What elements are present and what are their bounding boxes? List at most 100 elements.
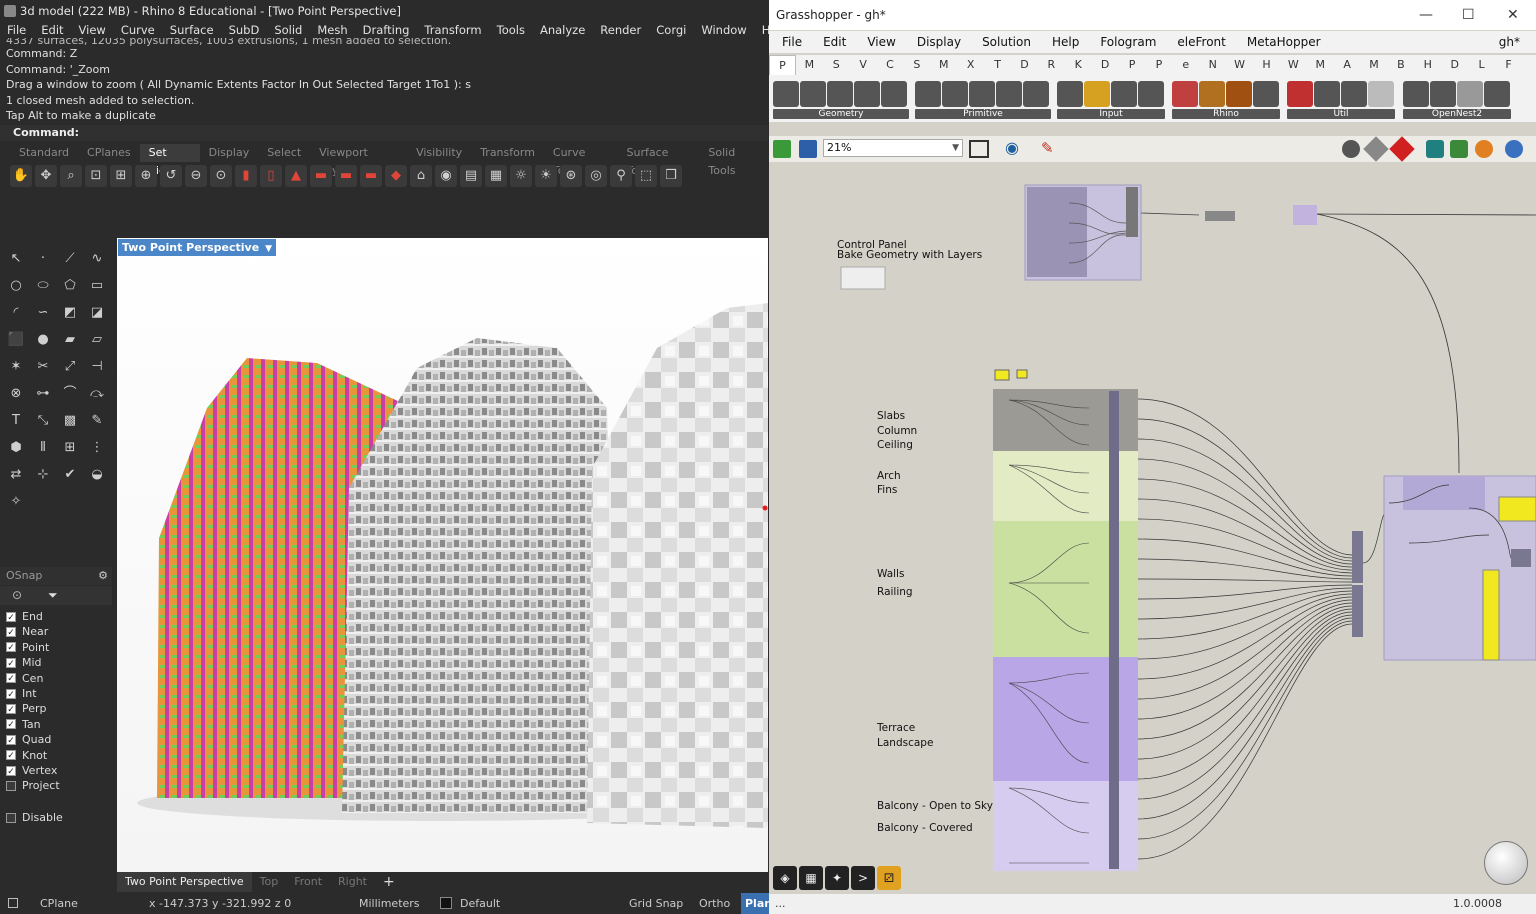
component-tab[interactable]: V — [850, 55, 877, 75]
button-icon[interactable] — [1138, 81, 1164, 107]
component-tab[interactable]: H — [1414, 55, 1441, 75]
gh-menu-help[interactable]: Help — [1039, 31, 1087, 53]
gh-doc-name[interactable]: gh* — [1486, 31, 1528, 53]
component-tab[interactable]: M — [796, 55, 823, 75]
tripod-icon[interactable]: ⚲ — [610, 165, 632, 187]
component-tab[interactable]: P — [769, 55, 796, 75]
checkbox-checked-icon[interactable]: ✓ — [6, 750, 16, 761]
orbit-icon[interactable]: ◎ — [585, 165, 607, 187]
maximize-icon[interactable]: ☐ — [1462, 0, 1475, 30]
component-tab[interactable]: M — [1361, 55, 1388, 75]
component-tab[interactable]: M — [1307, 55, 1334, 75]
trim-icon[interactable]: ⊣ — [85, 356, 109, 379]
component-tab[interactable]: D — [1011, 55, 1038, 75]
component-tab[interactable]: W — [1226, 55, 1253, 75]
tab-surface-tools[interactable]: Surface Tools — [617, 144, 699, 177]
checkbox-checked-icon[interactable]: ✓ — [6, 765, 16, 777]
component-tab[interactable]: W — [1280, 55, 1307, 75]
osnap-perp[interactable]: ✓ Perp — [6, 701, 112, 716]
osnap-disable[interactable]: Disable — [6, 810, 63, 825]
car-back-icon[interactable]: ▬ — [360, 165, 382, 187]
opennest-param-icon[interactable] — [1457, 81, 1483, 107]
geometry-param-icon[interactable] — [881, 81, 907, 107]
gear-icon[interactable]: ⚙ — [98, 567, 108, 585]
geometry-param-icon[interactable] — [854, 81, 880, 107]
parallel-view-icon[interactable]: ▤ — [460, 165, 482, 187]
checkbox-checked-icon[interactable]: ✓ — [6, 719, 16, 730]
car-side-icon[interactable]: ▬ — [310, 165, 332, 187]
cherry-icon[interactable] — [1287, 81, 1313, 107]
car-front-icon[interactable]: ▲ — [285, 165, 307, 187]
tab-visibility[interactable]: Visibility — [407, 144, 471, 162]
component-tab[interactable]: X — [957, 55, 984, 75]
component-tab[interactable]: e — [1172, 55, 1199, 75]
opennest-param-icon[interactable] — [1430, 81, 1456, 107]
sphere-icon[interactable]: ● — [31, 329, 55, 352]
preview-mode-icon[interactable] — [1342, 140, 1360, 158]
viewport-two-point-perspective[interactable] — [117, 238, 768, 872]
component-tab[interactable]: P — [1145, 55, 1172, 75]
box-view-icon[interactable]: ❒ — [660, 165, 682, 187]
rhino-menu-corgi[interactable]: Corgi — [649, 22, 694, 38]
zoom-select[interactable]: 21% ▼ — [823, 139, 963, 157]
gh-menu-metahopper[interactable]: MetaHopper — [1234, 31, 1329, 53]
command-prompt[interactable]: Command: — [0, 125, 768, 141]
light-bulb-icon[interactable]: ✧ — [4, 491, 28, 514]
ellipse-icon[interactable]: ⬭ — [31, 275, 55, 298]
polygon-icon[interactable]: ⬠ — [58, 275, 82, 298]
rhino-menu-render[interactable]: Render — [593, 22, 649, 38]
rhino-menu-tools[interactable]: Tools — [490, 22, 533, 38]
osnap-end[interactable]: ✓ End — [6, 609, 112, 624]
widget-profiler-icon[interactable]: ▦ — [799, 866, 823, 890]
sun-icon[interactable]: ☀ — [535, 165, 557, 187]
zoom-target-icon[interactable]: ⊙ — [210, 165, 232, 187]
canvas-navigation-wheel-icon[interactable] — [1484, 841, 1528, 885]
rhino-menu-mesh[interactable]: Mesh — [310, 22, 355, 38]
tab-set-view[interactable]: Set View — [139, 144, 200, 177]
undo-view-icon[interactable]: ↺ — [160, 165, 182, 187]
input-param-icon[interactable] — [1057, 81, 1083, 107]
viewport-tab-two-point[interactable]: Two Point Perspective — [117, 872, 252, 892]
checkbox-checked-icon[interactable]: ✓ — [6, 657, 16, 669]
rhino-menu-view[interactable]: View — [72, 22, 114, 38]
layer-icon[interactable]: ⋮ — [85, 437, 109, 460]
color-preview-icon[interactable] — [1475, 140, 1493, 158]
checkbox-checked-icon[interactable]: ✓ — [6, 704, 16, 715]
component-tab[interactable]: R — [1038, 55, 1065, 75]
circle-icon[interactable]: ○ — [4, 275, 28, 298]
car-right-icon[interactable]: ▬ — [335, 165, 357, 187]
component-group-label[interactable]: OpenNest2 — [1403, 109, 1511, 119]
geometry-param-icon[interactable] — [827, 81, 853, 107]
gh-menu-edit[interactable]: Edit — [810, 31, 854, 53]
viewport-title-tab[interactable]: Two Point Perspective ▼ — [118, 239, 277, 258]
surface-icon[interactable]: ◩ — [58, 302, 82, 325]
osnap-knot[interactable]: ✓ Knot — [6, 748, 112, 763]
osnap-cen[interactable]: ✓ Cen — [6, 671, 112, 686]
widget-die-icon[interactable]: ⚂ — [877, 866, 901, 890]
component-tab[interactable]: P — [1119, 55, 1146, 75]
block-icon[interactable]: ⬢ — [4, 437, 28, 460]
primitive-param-icon[interactable] — [915, 81, 941, 107]
component-group-label[interactable]: Primitive — [915, 109, 1051, 119]
gumball-icon[interactable]: ⊹ — [31, 464, 55, 487]
zoom-icon[interactable]: ⌕ — [60, 165, 82, 187]
osnap-point[interactable]: ✓ Point — [6, 640, 112, 655]
grid-array-icon[interactable]: ⊞ — [58, 437, 82, 460]
component-tab[interactable]: N — [1199, 55, 1226, 75]
open-file-icon[interactable] — [773, 140, 791, 158]
gh-menu-view[interactable]: View — [854, 31, 903, 53]
render-icon[interactable]: ◒ — [85, 464, 109, 487]
point-icon[interactable]: · — [31, 248, 55, 271]
checkbox-checked-icon[interactable]: ✓ — [6, 688, 16, 700]
close-icon[interactable]: ✕ — [1507, 0, 1519, 30]
wireframe-icon[interactable] — [1363, 136, 1389, 162]
rectangle-icon[interactable]: ▭ — [85, 275, 109, 298]
dropdown-arrow-icon[interactable]: ▼ — [265, 241, 272, 258]
rhino-menu-subd[interactable]: SubD — [222, 22, 268, 38]
gh-menu-display[interactable]: Display — [904, 31, 969, 53]
component-tab[interactable]: S — [903, 55, 930, 75]
osnap-mid[interactable]: ✓ Mid — [6, 655, 112, 670]
gh-menu-elefront[interactable]: eleFront — [1164, 31, 1233, 53]
opennest-param-icon[interactable] — [1403, 81, 1429, 107]
util-param-icon[interactable] — [1314, 81, 1340, 107]
